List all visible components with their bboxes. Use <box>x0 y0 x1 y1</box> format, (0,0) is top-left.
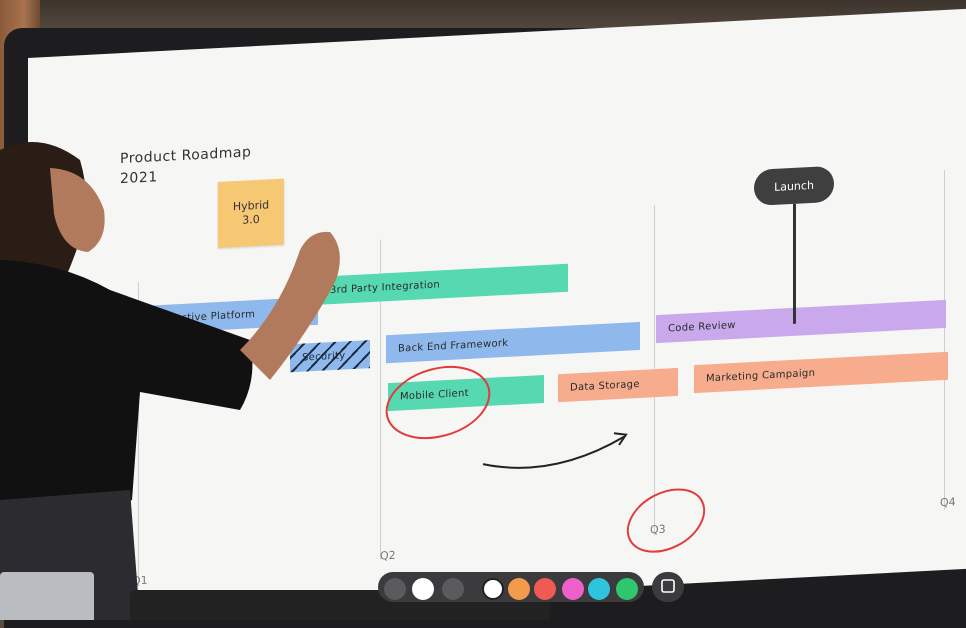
sticky-note-glyph <box>661 579 675 593</box>
toolbar-tools-group <box>378 572 644 602</box>
pen-white-icon[interactable] <box>412 578 434 600</box>
color-white[interactable] <box>482 578 504 600</box>
person-figure <box>0 142 340 620</box>
color-green[interactable] <box>616 578 638 600</box>
color-red[interactable] <box>534 578 556 600</box>
more-icon[interactable] <box>442 578 464 600</box>
sticky-note-icon[interactable] <box>652 572 684 602</box>
torso <box>0 260 253 520</box>
whiteboard-toolbar <box>378 570 686 606</box>
raised-arm <box>240 231 340 380</box>
color-cyan[interactable] <box>588 578 610 600</box>
color-pink[interactable] <box>562 578 584 600</box>
tools-icon[interactable] <box>384 578 406 600</box>
color-orange[interactable] <box>508 578 530 600</box>
laptop <box>0 572 94 620</box>
